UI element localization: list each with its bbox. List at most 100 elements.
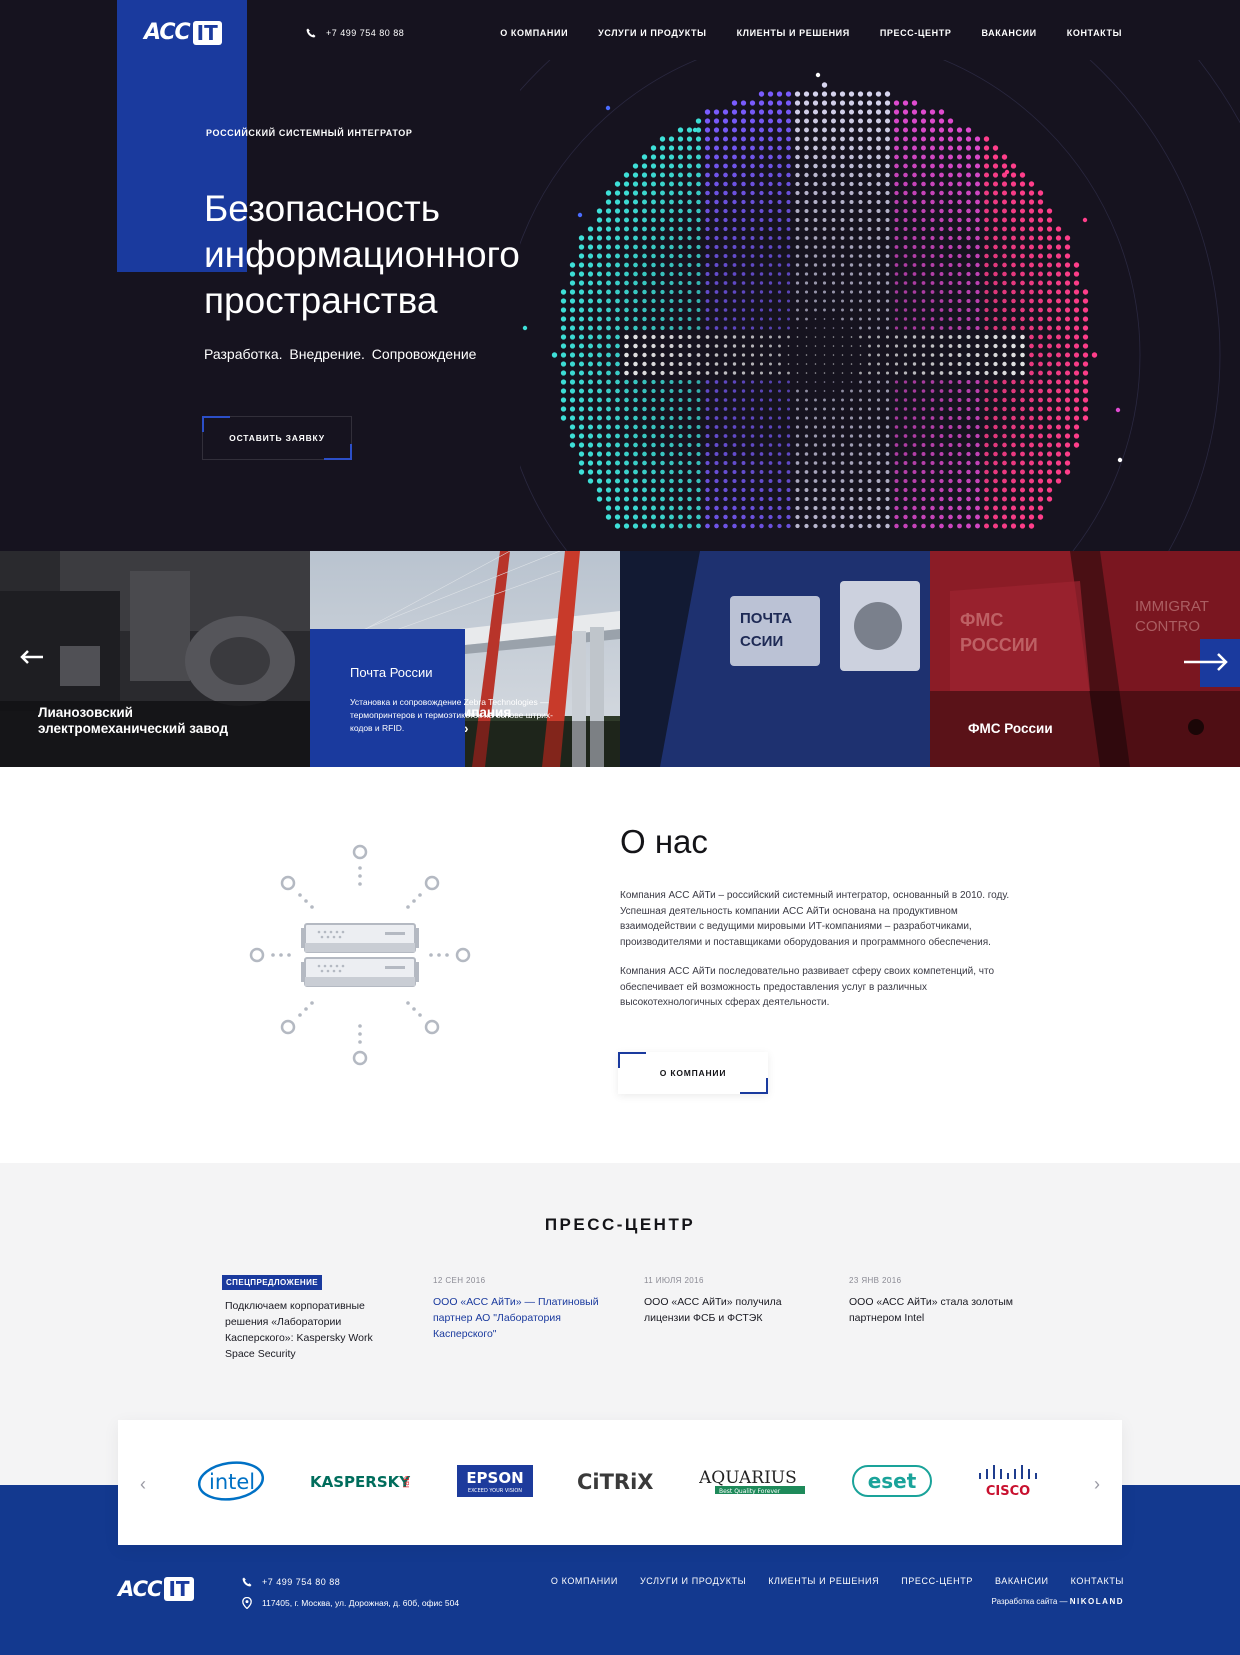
footer-address-text: 117405, г. Москва, ул. Дорожная, д. 60б,…	[262, 1598, 460, 1608]
developer-credit-label: Разработка сайта —	[991, 1597, 1068, 1606]
press-title: ПРЕСС-ЦЕНТР	[544, 1215, 696, 1234]
developer-credit[interactable]: Разработка сайта — NIKOLAND	[992, 1597, 1124, 1606]
news-item[interactable]: 12 СЕН 2016 ООО «АСС АйТи» — Платиновый …	[433, 1272, 613, 1342]
case-title: Лианозовский электромеханический завод	[38, 705, 229, 736]
corner-top-left	[202, 416, 230, 432]
arrow-left-icon[interactable]	[20, 649, 44, 665]
news-item[interactable]: 11 ИЮЛЯ 2016 ООО «АСС АйТи» получила лиц…	[644, 1272, 824, 1326]
footer-phone-number: +7 499 754 80 88	[262, 1577, 341, 1587]
svg-text:ССИИ: ССИИ	[740, 633, 783, 650]
phone-icon	[306, 28, 316, 38]
corner-top-left	[618, 1052, 646, 1068]
epson-wordmark: EPSON	[467, 1469, 524, 1487]
kaspersky-mark: KASPERSKY lab	[310, 1473, 411, 1491]
footer-nav: О КОМПАНИИ УСЛУГИ И ПРОДУКТЫ КЛИЕНТЫ И Р…	[551, 1576, 1124, 1586]
hero-section: ACC IT +7 499 754 80 88 О КОМПАНИИ УСЛУГ…	[0, 0, 1240, 551]
special-offer-badge: СПЕЦПРЕДЛОЖЕНИЕ	[222, 1275, 322, 1290]
aquarius-mark: AQUARIUS Best Quality Forever	[699, 1468, 805, 1495]
cisco-wordmark: CISCO	[986, 1484, 1030, 1499]
news-item[interactable]: СПЕЦПРЕДЛОЖЕНИЕ Подключаем корпоративные…	[222, 1272, 402, 1362]
intel-wordmark: intel	[209, 1470, 255, 1494]
request-button[interactable]: ОСТАВИТЬ ЗАЯВКУ	[202, 416, 352, 460]
news-item[interactable]: 23 ЯНВ 2016 ООО «АСС АйТи» стала золотым…	[849, 1272, 1029, 1326]
cisco-logo[interactable]: CISCO	[976, 1456, 1046, 1506]
eset-logo[interactable]: eset	[852, 1456, 933, 1506]
footer-phone[interactable]: +7 499 754 80 88	[242, 1577, 340, 1587]
postal-uniform-photo: ПОЧТА ССИИ	[620, 551, 930, 767]
news-text[interactable]: ООО «АСС АйТи» — Платиновый партнер АО "…	[433, 1294, 613, 1342]
about-paragraph-2: Компания АСС АйТи последовательно развив…	[620, 966, 994, 1008]
kaspersky-logo[interactable]: KASPERSKY lab	[310, 1456, 414, 1506]
partners-carousel: ‹ › intel KASPERSKY lab EPSON EXCEED YOU…	[118, 1420, 1122, 1545]
corner-bottom-right	[740, 1078, 768, 1094]
footer-nav-contacts[interactable]: КОНТАКТЫ	[1071, 1576, 1124, 1586]
page: { "brand": { "logo_acc": "ACC", "logo_it…	[0, 0, 1240, 1655]
case-card-lianozovo[interactable]: Лианозовский электромеханический завод	[0, 551, 310, 767]
phone-icon	[242, 1577, 252, 1587]
corner-bottom-right	[324, 444, 352, 460]
intel-logo[interactable]: intel	[196, 1456, 266, 1506]
case-active-description: Установка и сопровождение Zebra Technolo…	[350, 697, 553, 733]
svg-text:CONTRO: CONTRO	[1135, 618, 1200, 635]
aquarius-logo[interactable]: AQUARIUS Best Quality Forever	[699, 1456, 809, 1506]
nav-clients[interactable]: КЛИЕНТЫ И РЕШЕНИЯ	[737, 28, 850, 38]
epson-mark: EPSON EXCEED YOUR VISION	[457, 1465, 534, 1497]
about-title: О нас	[620, 823, 708, 860]
nav-press[interactable]: ПРЕСС-ЦЕНТР	[880, 28, 952, 38]
nav-vacancies[interactable]: ВАКАНСИИ	[981, 28, 1036, 38]
citrix-logo[interactable]: CiTRiX	[577, 1456, 655, 1506]
partner-logos: intel KASPERSKY lab EPSON EXCEED YOUR VI…	[196, 1456, 1046, 1506]
intel-swoosh: intel	[197, 1461, 265, 1501]
epson-tagline: EXCEED YOUR VISION	[468, 1488, 522, 1494]
footer-nav-vacancies[interactable]: ВАКАНСИИ	[995, 1576, 1049, 1586]
arrow-right-icon[interactable]	[1182, 646, 1230, 678]
news-text: Подключаем корпоративные решения «Лабора…	[225, 1300, 373, 1360]
svg-text:ФМС: ФМС	[960, 610, 1003, 630]
header-nav: О КОМПАНИИ УСЛУГИ И ПРОДУКТЫ КЛИЕНТЫ И Р…	[500, 28, 1122, 38]
svg-text:ПОЧТА: ПОЧТА	[740, 610, 792, 627]
kaspersky-wordmark: KASPERSKY	[310, 1473, 411, 1491]
footer-nav-press[interactable]: ПРЕСС-ЦЕНТР	[901, 1576, 973, 1586]
header-phone-number: +7 499 754 80 88	[326, 28, 405, 38]
cases-carousel: Лианозовский электромеханический завод У…	[0, 551, 1240, 767]
about-company-button[interactable]: О КОМПАНИИ	[618, 1052, 768, 1094]
hero-title: Безопасность информационного пространств…	[204, 188, 520, 321]
news-text: ООО «АСС АйТи» получила лицензии ФСБ и Ф…	[644, 1296, 782, 1324]
eset-wordmark: eset	[868, 1469, 917, 1493]
about-paragraph-1: Компания АСС АйТи – российский системный…	[620, 890, 1010, 948]
nav-about[interactable]: О КОМПАНИИ	[500, 28, 568, 38]
header-phone[interactable]: +7 499 754 80 88	[306, 28, 404, 38]
partners-next-button[interactable]: ›	[1094, 1474, 1100, 1495]
aquarius-wordmark: AQUARIUS	[699, 1468, 797, 1488]
dotted-sphere-graphic	[520, 60, 1240, 551]
case-card-pochta[interactable]: ПОЧТА ССИИ	[620, 551, 930, 767]
header-logo[interactable]: ACC IT	[144, 20, 222, 45]
epson-logo[interactable]: EPSON EXCEED YOUR VISION	[457, 1456, 534, 1506]
svg-text:IMMIGRAT: IMMIGRAT	[1135, 598, 1209, 615]
case-title: ФМС России	[968, 721, 1053, 736]
logo-it-badge: IT	[192, 20, 222, 45]
case-active-panel[interactable]: Почта России Установка и сопровождение Z…	[310, 629, 553, 767]
about-company-button-label: О КОМПАНИИ	[659, 1068, 727, 1078]
cisco-mark: CISCO	[978, 1465, 1037, 1499]
nav-services[interactable]: УСЛУГИ И ПРОДУКТЫ	[598, 28, 706, 38]
partners-prev-button[interactable]: ‹	[140, 1474, 146, 1495]
kaspersky-lab-text: lab	[402, 1476, 411, 1488]
hero-eyebrow: РОССИЙСКИЙ СИСТЕМНЫЙ ИНТЕГРАТОР	[206, 128, 413, 138]
footer-nav-services[interactable]: УСЛУГИ И ПРОДУКТЫ	[640, 1576, 746, 1586]
server-network-icon	[249, 844, 471, 1066]
logo-acc-text: ACC	[118, 1577, 162, 1601]
footer-nav-about[interactable]: О КОМПАНИИ	[551, 1576, 618, 1586]
news-date: 12 СЕН 2016	[433, 1276, 486, 1285]
news-date: 23 ЯНВ 2016	[849, 1276, 902, 1285]
citrix-mark: CiTRiX	[577, 1470, 654, 1494]
svg-text:РОССИИ: РОССИИ	[960, 635, 1038, 655]
eset-mark: eset	[852, 1465, 933, 1497]
developer-credit-name: NIKOLAND	[1069, 1597, 1124, 1606]
logo-acc-text: ACC	[144, 20, 191, 45]
footer-nav-clients[interactable]: КЛИЕНТЫ И РЕШЕНИЯ	[768, 1576, 879, 1586]
footer-logo[interactable]: ACC IT	[118, 1577, 194, 1601]
logo-it-badge: IT	[164, 1577, 194, 1601]
nav-contacts[interactable]: КОНТАКТЫ	[1067, 28, 1122, 38]
location-pin-icon	[242, 1597, 252, 1609]
